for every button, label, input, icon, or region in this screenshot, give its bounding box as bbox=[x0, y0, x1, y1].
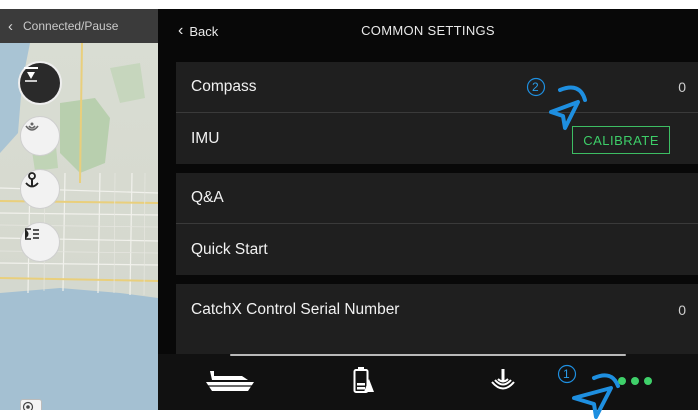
sensor-settings-group: Compass 0 IMU CALIBRATE bbox=[176, 62, 698, 164]
connection-status-text: Connected/Pause bbox=[23, 19, 119, 33]
sonar-button[interactable] bbox=[20, 116, 60, 156]
light-button[interactable] bbox=[20, 222, 60, 262]
sonar-icon bbox=[491, 369, 515, 390]
anchor-button[interactable] bbox=[20, 169, 60, 209]
settings-panel: ‹ Back COMMON SETTINGS Compass 0 IMU CAL… bbox=[158, 9, 698, 410]
device-info-group: CatchX Control Serial Number 0 bbox=[176, 284, 698, 364]
annotation-number-2: 2 bbox=[532, 80, 539, 94]
annotation-number-1: 1 bbox=[563, 367, 570, 381]
battery-nav-button[interactable] bbox=[348, 362, 378, 398]
crosshair-icon bbox=[22, 401, 34, 410]
more-icon-dot bbox=[631, 377, 639, 385]
battery-icon bbox=[353, 367, 374, 393]
annotation-cursor-1: 1 bbox=[556, 362, 626, 419]
annotation-cursor-2: 2 bbox=[525, 76, 595, 134]
help-settings-group: Q&A Quick Start bbox=[176, 173, 698, 275]
imu-row: IMU CALIBRATE bbox=[176, 113, 698, 164]
quick-start-label: Quick Start bbox=[191, 240, 268, 258]
locate-button[interactable] bbox=[20, 399, 42, 410]
anchor-icon bbox=[25, 172, 39, 188]
serial-number-value: 0 bbox=[678, 301, 686, 318]
boat-icon bbox=[206, 371, 254, 391]
sonar-mode-button[interactable] bbox=[20, 63, 60, 103]
serial-number-label: CatchX Control Serial Number bbox=[191, 300, 400, 318]
sonar-mode-icon bbox=[24, 67, 38, 82]
map-panel: ‹ Connected/Pause bbox=[0, 9, 158, 410]
map-view[interactable] bbox=[0, 43, 158, 410]
page-title: COMMON SETTINGS bbox=[361, 23, 495, 38]
qa-row[interactable]: Q&A bbox=[176, 173, 698, 224]
chevron-left-icon[interactable]: ‹ bbox=[8, 18, 13, 35]
boat-nav-button[interactable] bbox=[203, 362, 257, 398]
bottom-divider bbox=[230, 354, 626, 356]
connection-status-bar[interactable]: ‹ Connected/Pause bbox=[0, 9, 158, 43]
qa-label: Q&A bbox=[191, 189, 224, 206]
top-bar: ‹ Back COMMON SETTINGS bbox=[158, 9, 698, 53]
sonar-nav-button[interactable] bbox=[488, 362, 518, 398]
quick-start-row[interactable]: Quick Start bbox=[176, 224, 698, 275]
compass-row[interactable]: Compass 0 bbox=[176, 62, 698, 113]
imu-label: IMU bbox=[191, 129, 220, 147]
sonar-icon bbox=[25, 122, 39, 131]
serial-number-row[interactable]: CatchX Control Serial Number 0 bbox=[176, 284, 698, 335]
more-icon-dot bbox=[644, 377, 652, 385]
compass-value: 0 bbox=[678, 79, 686, 95]
compass-label: Compass bbox=[191, 78, 257, 95]
light-icon bbox=[25, 228, 39, 240]
